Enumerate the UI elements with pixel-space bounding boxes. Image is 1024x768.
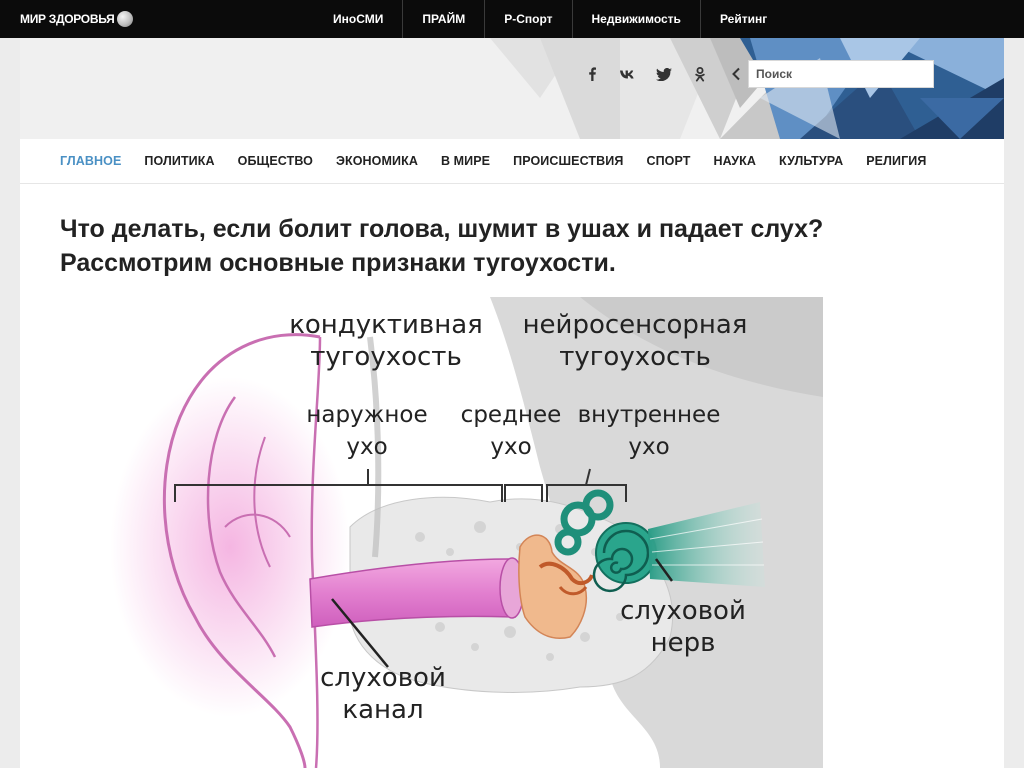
search-input[interactable] (748, 60, 934, 88)
label-middle-ear-line1: среднее (460, 402, 562, 428)
label-conductive: кондуктивная тугоухость (282, 309, 490, 373)
nav-item-religion[interactable]: РЕЛИГИЯ (866, 139, 926, 183)
nav-item-society[interactable]: ОБЩЕСТВО (238, 139, 313, 183)
nav-item-politics[interactable]: ПОЛИТИКА (144, 139, 214, 183)
label-ear-canal: слуховой канал (312, 662, 454, 726)
vk-icon[interactable] (618, 65, 638, 83)
nav-item-science[interactable]: НАУКА (714, 139, 757, 183)
share-chevron-icon[interactable] (726, 65, 746, 83)
twitter-icon[interactable] (654, 65, 674, 83)
odnoklassniki-icon[interactable] (690, 65, 710, 83)
label-outer-ear: наружное ухо (297, 399, 437, 463)
banner-pattern (490, 38, 1004, 139)
label-neurosensory: нейросенсорная тугоухость (510, 309, 760, 373)
nav-item-economy[interactable]: ЭКОНОМИКА (336, 139, 418, 183)
label-neurosensory-line2: тугоухость (559, 342, 711, 372)
label-auditory-nerve-line1: слуховой (620, 596, 746, 626)
label-middle-ear-line2: ухо (490, 434, 532, 460)
nav-item-incidents[interactable]: ПРОИСШЕСТВИЯ (513, 139, 623, 183)
partner-links: ИноСМИ ПРАЙМ Р-Спорт Недвижимость Рейтин… (314, 0, 786, 38)
partner-link-inosmi[interactable]: ИноСМИ (314, 0, 404, 38)
label-inner-ear: внутреннее ухо (573, 399, 725, 463)
article-title: Что делать, если болит голова, шумит в у… (60, 215, 824, 277)
label-outer-ear-line1: наружное (306, 402, 428, 428)
partner-link-prime[interactable]: ПРАЙМ (403, 0, 486, 38)
label-inner-ear-line2: ухо (628, 434, 670, 460)
nav-item-world[interactable]: В МИРЕ (441, 139, 490, 183)
ear-anatomy-illustration: кондуктивная тугоухость нейросенсорная т… (20, 297, 823, 768)
top-bar: МИР ЗДОРОВЬЯ ИноСМИ ПРАЙМ Р-Спорт Недвиж… (0, 0, 1024, 38)
logo-text: МИР ЗДОРОВЬЯ (20, 12, 115, 26)
label-outer-ear-line2: ухо (346, 434, 388, 460)
site-logo[interactable]: МИР ЗДОРОВЬЯ (20, 11, 134, 27)
header-banner (20, 38, 1004, 139)
label-conductive-line2: тугоухость (310, 342, 462, 372)
nav-item-main[interactable]: ГЛАВНОЕ (60, 139, 121, 183)
label-ear-canal-line2: канал (342, 695, 424, 725)
partner-link-rating[interactable]: Рейтинг (701, 0, 786, 38)
label-neurosensory-line1: нейросенсорная (522, 310, 748, 340)
partner-link-realty[interactable]: Недвижимость (573, 0, 701, 38)
label-auditory-nerve-line2: нерв (650, 628, 716, 658)
label-middle-ear: среднее ухо (455, 399, 567, 463)
nav-item-sport[interactable]: СПОРТ (646, 139, 690, 183)
main-navigation: ГЛАВНОЕ ПОЛИТИКА ОБЩЕСТВО ЭКОНОМИКА В МИ… (20, 139, 1004, 184)
globe-icon (117, 11, 134, 27)
label-auditory-nerve: слуховой нерв (612, 595, 754, 659)
page-container: ГЛАВНОЕ ПОЛИТИКА ОБЩЕСТВО ЭКОНОМИКА В МИ… (20, 38, 1004, 768)
social-icons (582, 65, 746, 83)
facebook-icon[interactable] (582, 65, 602, 83)
label-conductive-line1: кондуктивная (289, 310, 483, 340)
label-ear-canal-line1: слуховой (320, 663, 446, 693)
label-inner-ear-line1: внутреннее (577, 402, 721, 428)
nav-item-culture[interactable]: КУЛЬТУРА (779, 139, 843, 183)
partner-link-rsport[interactable]: Р-Спорт (485, 0, 573, 38)
